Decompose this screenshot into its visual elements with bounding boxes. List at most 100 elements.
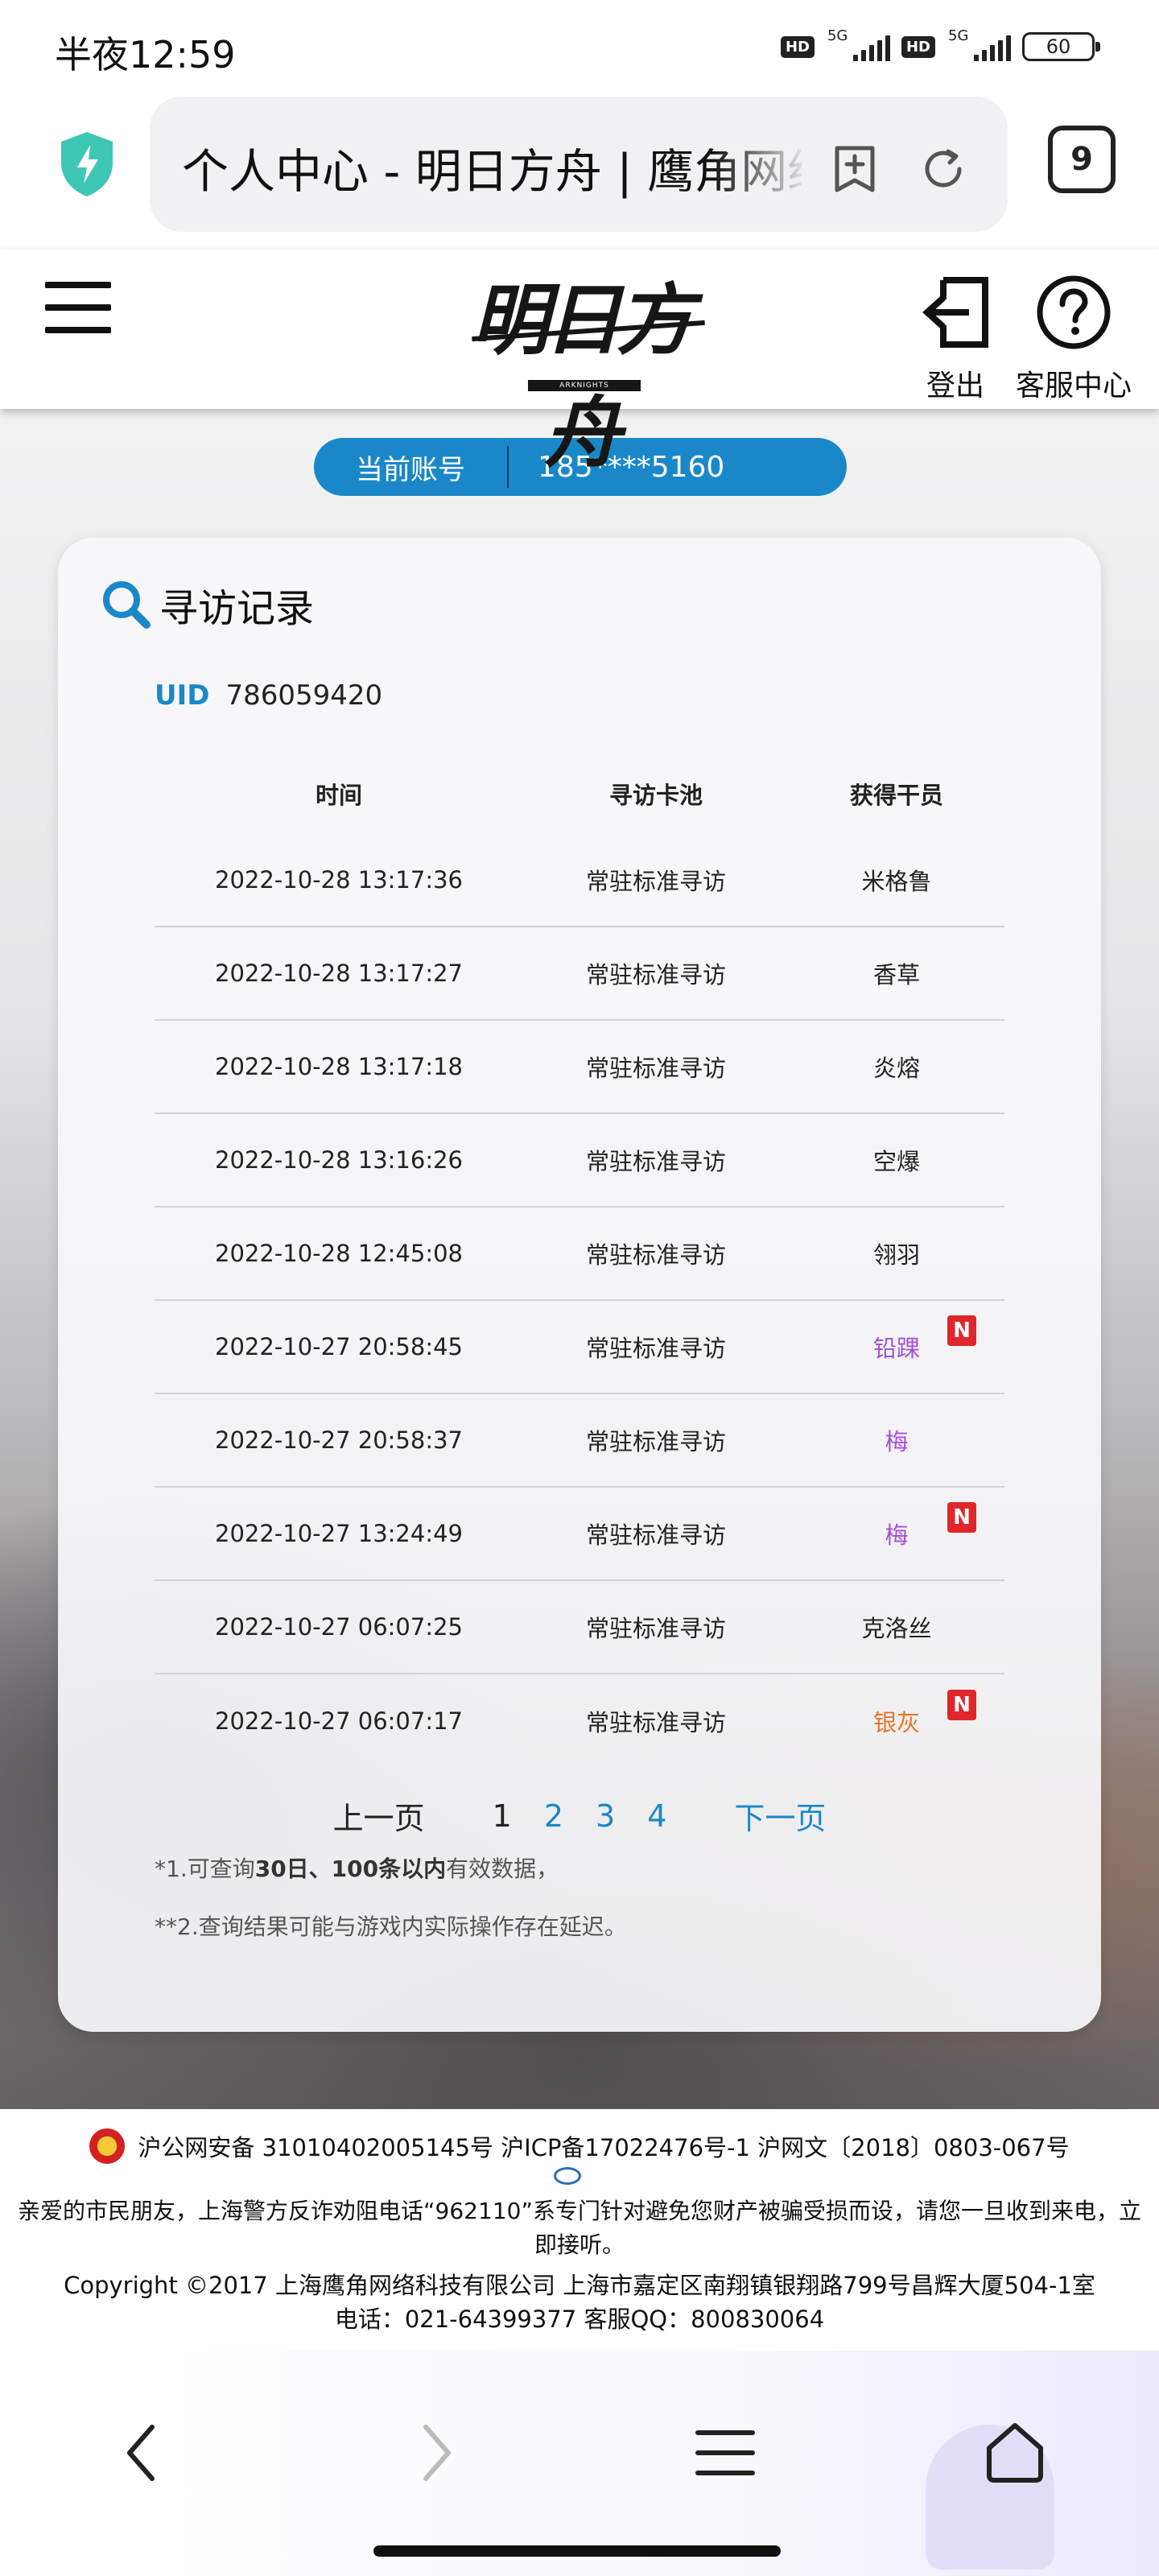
police-emblem-icon: [89, 2128, 126, 2164]
menu-icon[interactable]: [45, 282, 111, 333]
record-time: 2022-10-27 06:07:25: [215, 1613, 463, 1641]
card-title: 寻访记录: [100, 576, 314, 633]
record-time: 2022-10-27 20:58:45: [215, 1333, 463, 1360]
table-row: 2022-10-27 06:07:17 常驻标准寻访 银灰 N: [155, 1674, 1004, 1768]
record-pool: 常驻标准寻访: [585, 1521, 726, 1549]
record-operator: 炎熔: [872, 1055, 920, 1082]
table-row: 2022-10-28 13:17:18 常驻标准寻访 炎熔: [155, 1021, 1004, 1114]
record-operator-cell: 翎羽: [789, 1236, 1004, 1270]
record-time: 2022-10-27 13:24:49: [215, 1520, 463, 1547]
record-pool: 常驻标准寻访: [585, 1148, 726, 1175]
prev-page-button[interactable]: 上一页: [317, 1794, 441, 1838]
record-pool: 常驻标准寻访: [585, 868, 726, 895]
record-operator: 翎羽: [872, 1241, 920, 1269]
record-pool: 常驻标准寻访: [585, 1615, 726, 1642]
gov-badge-icon[interactable]: [554, 2167, 581, 2185]
home-icon[interactable]: [971, 2409, 1059, 2497]
network-type-label: 5G: [948, 27, 969, 44]
forward-icon[interactable]: [393, 2409, 481, 2497]
footer-license-row: 沪公网安备 31010402005145号 沪ICP备17022476号-1 沪…: [0, 2128, 1159, 2164]
status-bar: 半夜12:59 HD 5G HD 5G 60: [0, 0, 1159, 89]
table-row: 2022-10-27 06:07:25 常驻标准寻访 克洛丝: [155, 1581, 1004, 1674]
help-icon: [1037, 275, 1111, 349]
home-indicator[interactable]: [373, 2545, 781, 2557]
bookmark-add-icon[interactable]: [823, 137, 887, 201]
records-table: 时间 寻访卡池 获得干员 2022-10-28 13:17:36 常驻标准寻访 米格…: [155, 753, 1004, 1768]
column-header-pool: 寻访卡池: [608, 782, 703, 809]
back-icon[interactable]: [97, 2409, 185, 2497]
pagination: 上一页 1 2 3 4 下一页: [58, 1794, 1101, 1838]
record-pool: 常驻标准寻访: [585, 1335, 726, 1362]
records-card: 寻访记录 UID 786059420 时间 寻访卡池 获得干员 2022-10-…: [58, 538, 1101, 2032]
record-pool: 常驻标准寻访: [585, 1241, 726, 1269]
page-2-button[interactable]: 2: [528, 1798, 580, 1834]
record-time: 2022-10-28 12:45:08: [215, 1240, 463, 1267]
table-body: 2022-10-28 13:17:36 常驻标准寻访 米格鲁 2022-10-28 1…: [155, 834, 1004, 1768]
browser-toolbar: 个人中心 - 明日方舟 | 鹰角网络 9: [0, 89, 1159, 250]
record-operator: 克洛丝: [861, 1615, 932, 1642]
note-2: **2.查询结果可能与游戏内实际操作存在延迟。: [155, 1913, 627, 1940]
table-row: 2022-10-28 13:17:27 常驻标准寻访 香草: [155, 927, 1004, 1021]
record-operator-cell: 炎熔: [789, 1050, 1004, 1084]
next-page-button[interactable]: 下一页: [718, 1794, 842, 1838]
site-footer: 沪公网安备 31010402005145号 沪ICP备17022476号-1 沪…: [0, 2109, 1159, 2351]
shield-icon[interactable]: [58, 130, 116, 198]
uid-label: UID: [155, 679, 210, 712]
browser-bottom-nav: [0, 2351, 1159, 2576]
record-pool: 常驻标准寻访: [585, 1055, 726, 1082]
footer-license-text[interactable]: 沪公网安备 31010402005145号 沪ICP备17022476号-1 沪…: [138, 2129, 1069, 2163]
record-operator: 梅: [885, 1428, 909, 1455]
support-center-button[interactable]: 客服中心: [1016, 274, 1132, 404]
page-title[interactable]: 个人中心 - 明日方舟 | 鹰角网络: [182, 134, 802, 201]
table-row: 2022-10-28 13:17:36 常驻标准寻访 米格鲁: [155, 834, 1004, 927]
table-row: 2022-10-28 12:45:08 常驻标准寻访 翎羽: [155, 1208, 1004, 1301]
reload-icon[interactable]: [911, 137, 975, 201]
table-row: 2022-10-27 13:24:49 常驻标准寻访 梅 N: [155, 1488, 1004, 1581]
record-time: 2022-10-28 13:17:27: [215, 960, 463, 987]
record-operator: 银灰: [872, 1709, 920, 1736]
note-1-text-end: 有效数据，: [446, 1856, 559, 1882]
search-icon: [103, 581, 151, 629]
tab-switcher-button[interactable]: 9: [1048, 126, 1116, 193]
page-3-button[interactable]: 3: [580, 1798, 631, 1834]
new-badge: N: [947, 1690, 976, 1720]
hd-icon: HD: [901, 35, 935, 58]
record-operator-cell: 铅踝 N: [789, 1315, 1004, 1364]
logo-text: 明日方舟: [472, 275, 694, 478]
menu-icon[interactable]: [681, 2409, 769, 2497]
logout-button[interactable]: 登出: [918, 274, 993, 404]
record-operator: 香草: [872, 961, 920, 989]
table-row: 2022-10-28 13:16:26 常驻标准寻访 空爆: [155, 1114, 1004, 1208]
page-1-button[interactable]: 1: [476, 1798, 528, 1834]
table-header: 时间 寻访卡池 获得干员: [155, 753, 1004, 834]
record-time: 2022-10-27 06:07:17: [215, 1707, 463, 1735]
table-row: 2022-10-27 20:58:37 常驻标准寻访 梅: [155, 1394, 1004, 1488]
site-header: 明日方舟 ARKNIGHTS 登出 客服中心: [0, 250, 1159, 478]
record-operator-cell: 银灰 N: [789, 1690, 1004, 1738]
uid-row: UID 786059420: [155, 679, 382, 712]
record-operator-cell: 香草: [789, 956, 1004, 990]
uid-value: 786059420: [225, 679, 383, 712]
record-operator-cell: 梅N: [789, 1502, 1004, 1550]
battery-icon: 60: [1022, 32, 1100, 61]
record-pool: 常驻标准寻访: [585, 961, 726, 989]
site-logo[interactable]: 明日方舟 ARKNIGHTS: [448, 264, 713, 478]
logout-icon: [922, 277, 988, 348]
signal-icon: 5G: [826, 27, 890, 63]
support-label: 客服中心: [1016, 369, 1132, 402]
network-type-label: 5G: [827, 27, 848, 44]
hd-icon: HD: [780, 35, 815, 58]
footer-contact: 电话：021-64399377 客服QQ：800830064: [334, 2306, 825, 2333]
signal-icon: 5G: [947, 27, 1011, 63]
column-header-time: 时间: [315, 782, 362, 809]
table-row: 2022-10-27 20:58:45 常驻标准寻访 铅踝 N: [155, 1301, 1004, 1394]
note-1: *1.可查询30日、100条以内有效数据，: [155, 1852, 559, 1884]
address-bar[interactable]: 个人中心 - 明日方舟 | 鹰角网络: [150, 97, 1008, 232]
record-operator: 铅踝: [872, 1335, 920, 1362]
record-pool: 常驻标准寻访: [585, 1428, 726, 1455]
record-operator: 米格鲁: [861, 868, 932, 895]
page-4-button[interactable]: 4: [631, 1798, 683, 1834]
status-time: 半夜12:59: [55, 33, 236, 76]
address-fade: [713, 129, 810, 201]
footer-copyright: Copyright ©2017 上海鹰角网络科技有限公司 上海市嘉定区南翔镇银翔…: [64, 2272, 1095, 2299]
